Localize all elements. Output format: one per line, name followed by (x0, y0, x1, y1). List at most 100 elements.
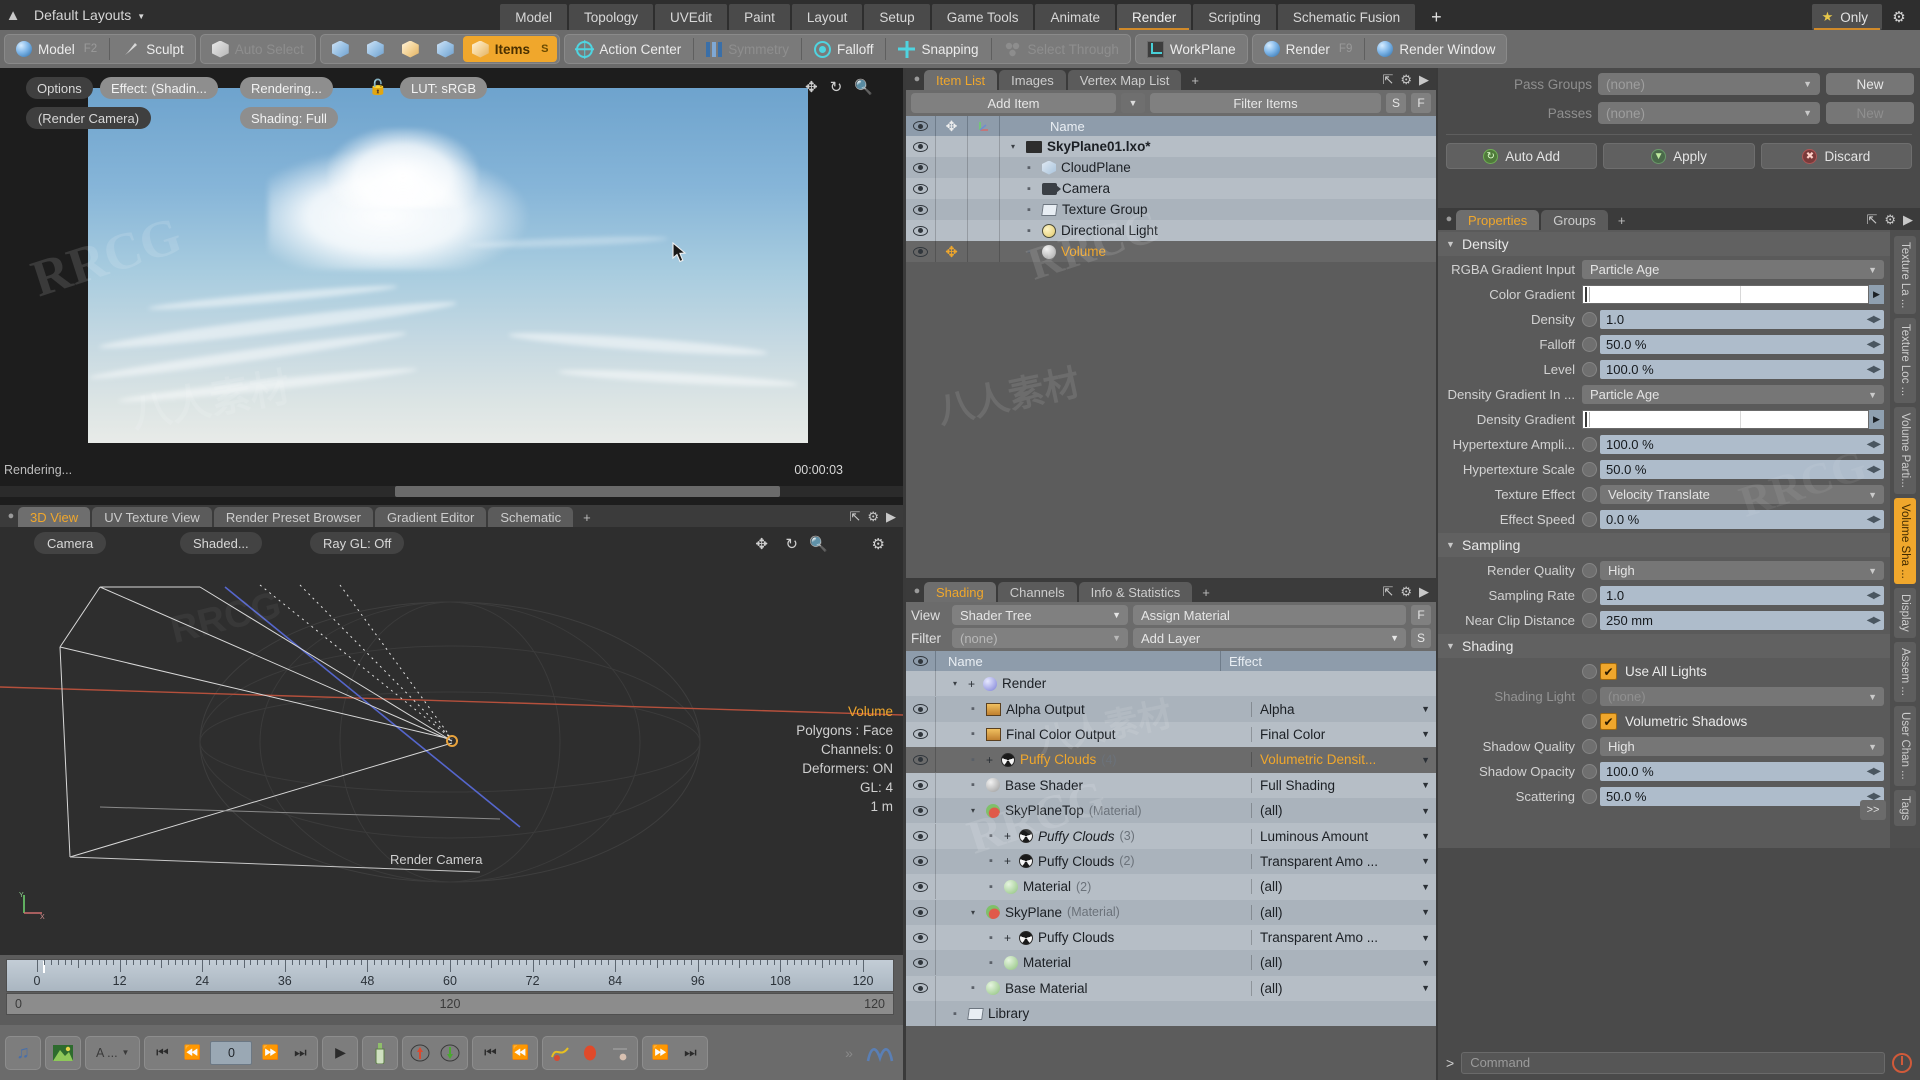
chevron-right-icon[interactable]: ▶ (1419, 584, 1429, 600)
row-name-cell[interactable]: ▾+Render (936, 676, 1251, 691)
item-tab-images[interactable]: Images (999, 70, 1066, 90)
row-transform-cell[interactable] (968, 136, 1000, 157)
row-transform-cell[interactable] (968, 178, 1000, 199)
eye-icon[interactable] (913, 226, 928, 236)
row-effect-cell[interactable]: Full Shading▼ (1251, 778, 1436, 793)
vertical-tab-user-chan-[interactable]: User Chan ... (1894, 706, 1916, 786)
expand-plus-icon[interactable]: + (968, 677, 978, 691)
item-list-s-button[interactable]: S (1386, 93, 1406, 113)
row-visibility-toggle[interactable] (906, 747, 936, 772)
row-name-cell[interactable]: ▪+Puffy Clouds (2) (936, 854, 1251, 869)
table-row[interactable]: ▪Camera (906, 178, 1436, 199)
stepper-icon[interactable]: ◀▶ (1867, 464, 1880, 475)
expander-icon[interactable]: ▾ (1011, 142, 1021, 151)
column-transform[interactable] (968, 116, 1000, 136)
property-knob[interactable] (1582, 462, 1597, 477)
only-button[interactable]: ★ Only (1812, 4, 1882, 30)
expand-icon[interactable]: ⇱ (1382, 72, 1393, 88)
row-name-cell[interactable]: ▾SkyPlane (Material) (936, 905, 1251, 920)
row-move-cell[interactable] (936, 199, 968, 220)
animation-mode-selector[interactable]: A ...▼ (88, 1038, 137, 1068)
timeline-range-bar[interactable]: 0 120 120 (6, 993, 894, 1015)
viewport-raygl-toggle[interactable]: Ray GL: Off (310, 532, 404, 554)
rotate-icon[interactable]: ↻ (830, 78, 843, 96)
row-name-cell[interactable]: ▪Library (936, 1006, 1251, 1021)
symmetry-button[interactable]: Symmetry (697, 36, 798, 62)
stepper-icon[interactable]: ◀▶ (1867, 766, 1880, 777)
row-name-cell[interactable]: ▪Base Material (936, 981, 1251, 996)
rendering-status-button[interactable]: Rendering... (240, 77, 333, 99)
property-knob[interactable] (1582, 337, 1597, 352)
shading-f-button[interactable]: F (1411, 605, 1431, 625)
zoom-icon[interactable]: 🔍 (854, 78, 873, 96)
property-select-shadow-quality[interactable]: High▼ (1600, 737, 1884, 756)
row-name-cell[interactable]: ▪Directional Light (1000, 223, 1436, 238)
filter-items-input[interactable]: Filter Items (1150, 93, 1381, 113)
property-select-shading-light[interactable]: (none)▼ (1600, 687, 1884, 706)
options-button[interactable]: Options (26, 77, 93, 99)
table-row[interactable]: ▪Material (2)(all)▼ (906, 874, 1436, 899)
music-note-icon[interactable]: ♫ (8, 1038, 38, 1068)
expander-icon[interactable]: ▾ (953, 679, 963, 688)
vertex-mode-button[interactable] (323, 36, 358, 62)
row-visibility-toggle[interactable] (906, 1001, 936, 1026)
bottle-icon[interactable] (365, 1038, 395, 1068)
snapping-button[interactable]: Snapping (889, 36, 987, 62)
row-effect-cell[interactable]: Volumetric Densit...▼ (1251, 752, 1436, 767)
apply-button[interactable]: ▼ Apply (1603, 143, 1754, 169)
items-mode-button[interactable]: Items S (463, 36, 558, 62)
row-visibility-toggle[interactable] (906, 773, 936, 798)
chevron-down-icon[interactable]: ▼ (1421, 755, 1430, 765)
eye-icon[interactable] (913, 907, 928, 917)
row-name-cell[interactable]: ▾SkyPlane01.lxo* (1000, 139, 1436, 154)
row-visibility-toggle[interactable] (906, 824, 936, 849)
row-name-cell[interactable]: ▾SkyPlaneTop (Material) (936, 803, 1251, 818)
gradient-expand-icon[interactable]: ▶ (1869, 410, 1884, 429)
viewport-tab-3d-view[interactable]: 3D View (18, 507, 90, 527)
property-gradient-color-gradient[interactable] (1582, 285, 1869, 304)
row-move-cell[interactable] (936, 136, 968, 157)
render-button[interactable]: Render F9 (1255, 36, 1362, 62)
chevron-down-icon[interactable]: ▼ (1421, 831, 1430, 841)
expand-properties-button[interactable]: >> (1860, 800, 1886, 820)
row-move-cell[interactable]: ✥ (936, 241, 968, 262)
eye-icon[interactable] (913, 142, 928, 152)
new-pass-group-button[interactable]: New (1826, 73, 1914, 95)
key-up-button[interactable] (405, 1038, 435, 1068)
property-knob[interactable] (1582, 689, 1597, 704)
layout-tab-topology[interactable]: Topology (569, 4, 653, 30)
stepper-icon[interactable]: ◀▶ (1867, 615, 1880, 626)
lut-selector[interactable]: LUT: sRGB (400, 77, 487, 99)
gear-icon[interactable]: ⚙ (872, 535, 885, 553)
property-knob[interactable] (1582, 487, 1597, 502)
property-gradient-density-gradient[interactable] (1582, 410, 1869, 429)
properties-tab-groups[interactable]: Groups (1541, 210, 1608, 230)
material-mode-button[interactable] (428, 36, 463, 62)
property-select-texture-effect[interactable]: Velocity Translate▼ (1600, 485, 1884, 504)
add-item-dropdown[interactable]: ▼ (1121, 93, 1145, 113)
select-through-button[interactable]: Select Through (995, 36, 1128, 62)
property-knob[interactable] (1582, 764, 1597, 779)
row-effect-cell[interactable]: Final Color▼ (1251, 727, 1436, 742)
add-layer-button[interactable]: Add Layer ▼ (1133, 628, 1406, 648)
table-row[interactable]: ▪Alpha OutputAlpha▼ (906, 696, 1436, 721)
table-row[interactable]: ▪Base ShaderFull Shading▼ (906, 773, 1436, 798)
eye-icon[interactable] (913, 831, 928, 841)
record-key-button[interactable] (575, 1038, 605, 1068)
image-icon[interactable] (48, 1038, 78, 1068)
viewport-tab-uv-texture-view[interactable]: UV Texture View (92, 507, 212, 527)
shading-selector[interactable]: Shading: Full (240, 107, 338, 129)
property-knob[interactable] (1582, 512, 1597, 527)
chevron-down-icon[interactable]: ▼ (1421, 704, 1430, 714)
layout-tab-uvedit[interactable]: UVEdit (655, 4, 727, 30)
previous-frame-button[interactable]: ⏪ (177, 1038, 207, 1068)
more-icon[interactable]: » (834, 1038, 864, 1068)
layout-tab-scripting[interactable]: Scripting (1193, 4, 1276, 30)
row-name-cell[interactable]: ▪Material (936, 955, 1251, 970)
row-name-cell[interactable]: ▪+Puffy Clouds (3) (936, 829, 1251, 844)
table-row[interactable]: ▪Library (906, 1001, 1436, 1026)
discard-button[interactable]: ✖ Discard (1761, 143, 1912, 169)
row-effect-cell[interactable]: (all)▼ (1251, 879, 1436, 894)
table-row[interactable]: ▪Final Color OutputFinal Color▼ (906, 722, 1436, 747)
row-visibility-toggle[interactable] (906, 178, 936, 199)
